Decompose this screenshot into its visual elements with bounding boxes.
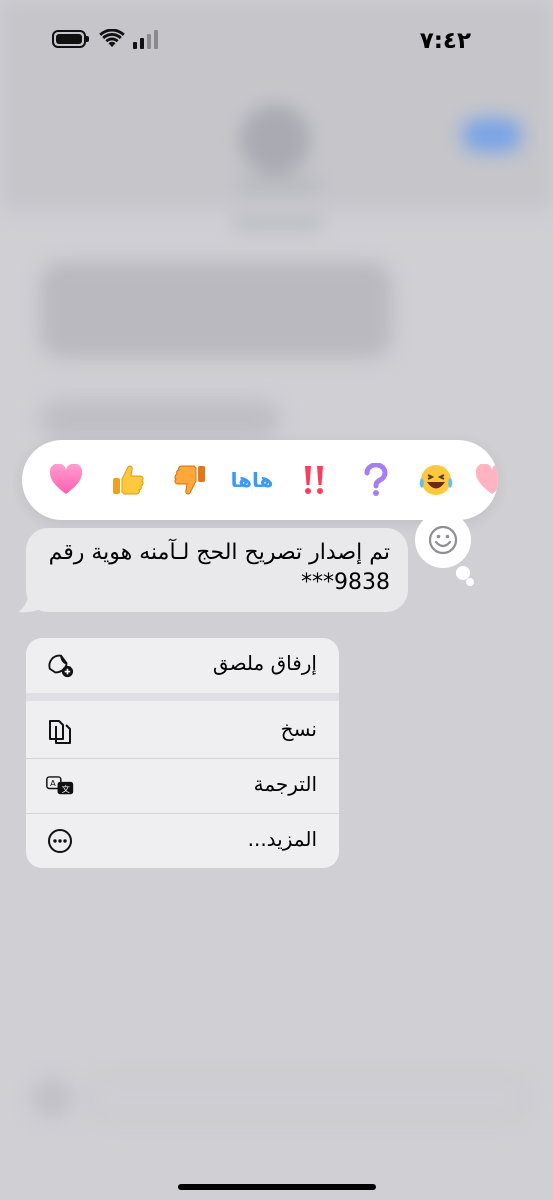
double-exclamation-icon: [305, 466, 323, 494]
smiley-face-icon: [428, 525, 458, 555]
blurred-date: [232, 216, 324, 230]
received-message-bubble[interactable]: تم إصدار تصريح الحج لـآمنه هوية رقم ***9…: [26, 528, 408, 612]
status-bar: ٧:٤٢: [0, 0, 553, 80]
heart-icon: [49, 464, 83, 494]
emoji-bubble-tail: [466, 578, 474, 586]
haha-label: هاها: [230, 468, 274, 492]
blurred-contact-avatar: [240, 105, 310, 175]
reaction-thumbs-down-button[interactable]: [166, 456, 214, 504]
menu-section-divider: [26, 693, 339, 701]
svg-text:文: 文: [62, 784, 70, 794]
tapback-reaction-bar: هاها: [22, 440, 498, 520]
blurred-message: [40, 400, 280, 438]
menu-label: إرفاق ملصق: [212, 651, 317, 675]
reaction-partial-heart-button[interactable]: [468, 456, 498, 504]
laughing-crying-face-icon: [419, 465, 453, 495]
blurred-plus-button: [32, 1078, 72, 1118]
message-text-line1: تم إصدار تصريح الحج لـآمنه هوية رقم: [48, 540, 390, 565]
reaction-thumbs-up-button[interactable]: [104, 456, 152, 504]
blurred-facetime-button: [462, 118, 522, 152]
menu-label: المزيد...: [247, 827, 317, 851]
reaction-exclamation-button[interactable]: [290, 456, 338, 504]
blurred-contact-name: [236, 178, 322, 192]
add-emoji-reaction-button[interactable]: [415, 512, 471, 568]
svg-text:A: A: [50, 778, 56, 788]
thumbs-down-icon: [174, 465, 205, 495]
reaction-heart-button[interactable]: [42, 456, 90, 504]
message-context-menu: إرفاق ملصق نسخ A 文 الترجمة المزيد...: [26, 638, 339, 868]
menu-item-copy[interactable]: نسخ: [26, 704, 339, 758]
wifi-icon: [99, 29, 125, 47]
blurred-message: [40, 262, 392, 358]
menu-label: الترجمة: [253, 772, 317, 796]
question-mark-icon: [364, 463, 388, 496]
battery-icon: [52, 30, 89, 48]
menu-item-translate[interactable]: A 文 الترجمة: [26, 759, 339, 813]
thumbs-up-icon: [113, 465, 144, 495]
heart-icon: [475, 464, 498, 494]
cellular-signal-icon: [133, 30, 158, 49]
status-time: ٧:٤٢: [419, 28, 471, 54]
reaction-question-button[interactable]: [352, 456, 400, 504]
copy-icon: [46, 717, 74, 745]
message-text-line2: ***9838: [301, 570, 390, 595]
menu-item-more[interactable]: المزيد...: [26, 814, 339, 868]
home-indicator[interactable]: [178, 1184, 376, 1190]
sticker-add-icon: [46, 651, 74, 679]
menu-label: نسخ: [280, 717, 317, 741]
blurred-message-input: [86, 1078, 526, 1118]
menu-item-add-sticker[interactable]: إرفاق ملصق: [26, 638, 339, 692]
reaction-laugh-button[interactable]: [412, 456, 460, 504]
ellipsis-circle-icon: [46, 827, 74, 855]
translate-icon: A 文: [46, 772, 74, 800]
reaction-haha-button[interactable]: هاها: [228, 456, 276, 504]
